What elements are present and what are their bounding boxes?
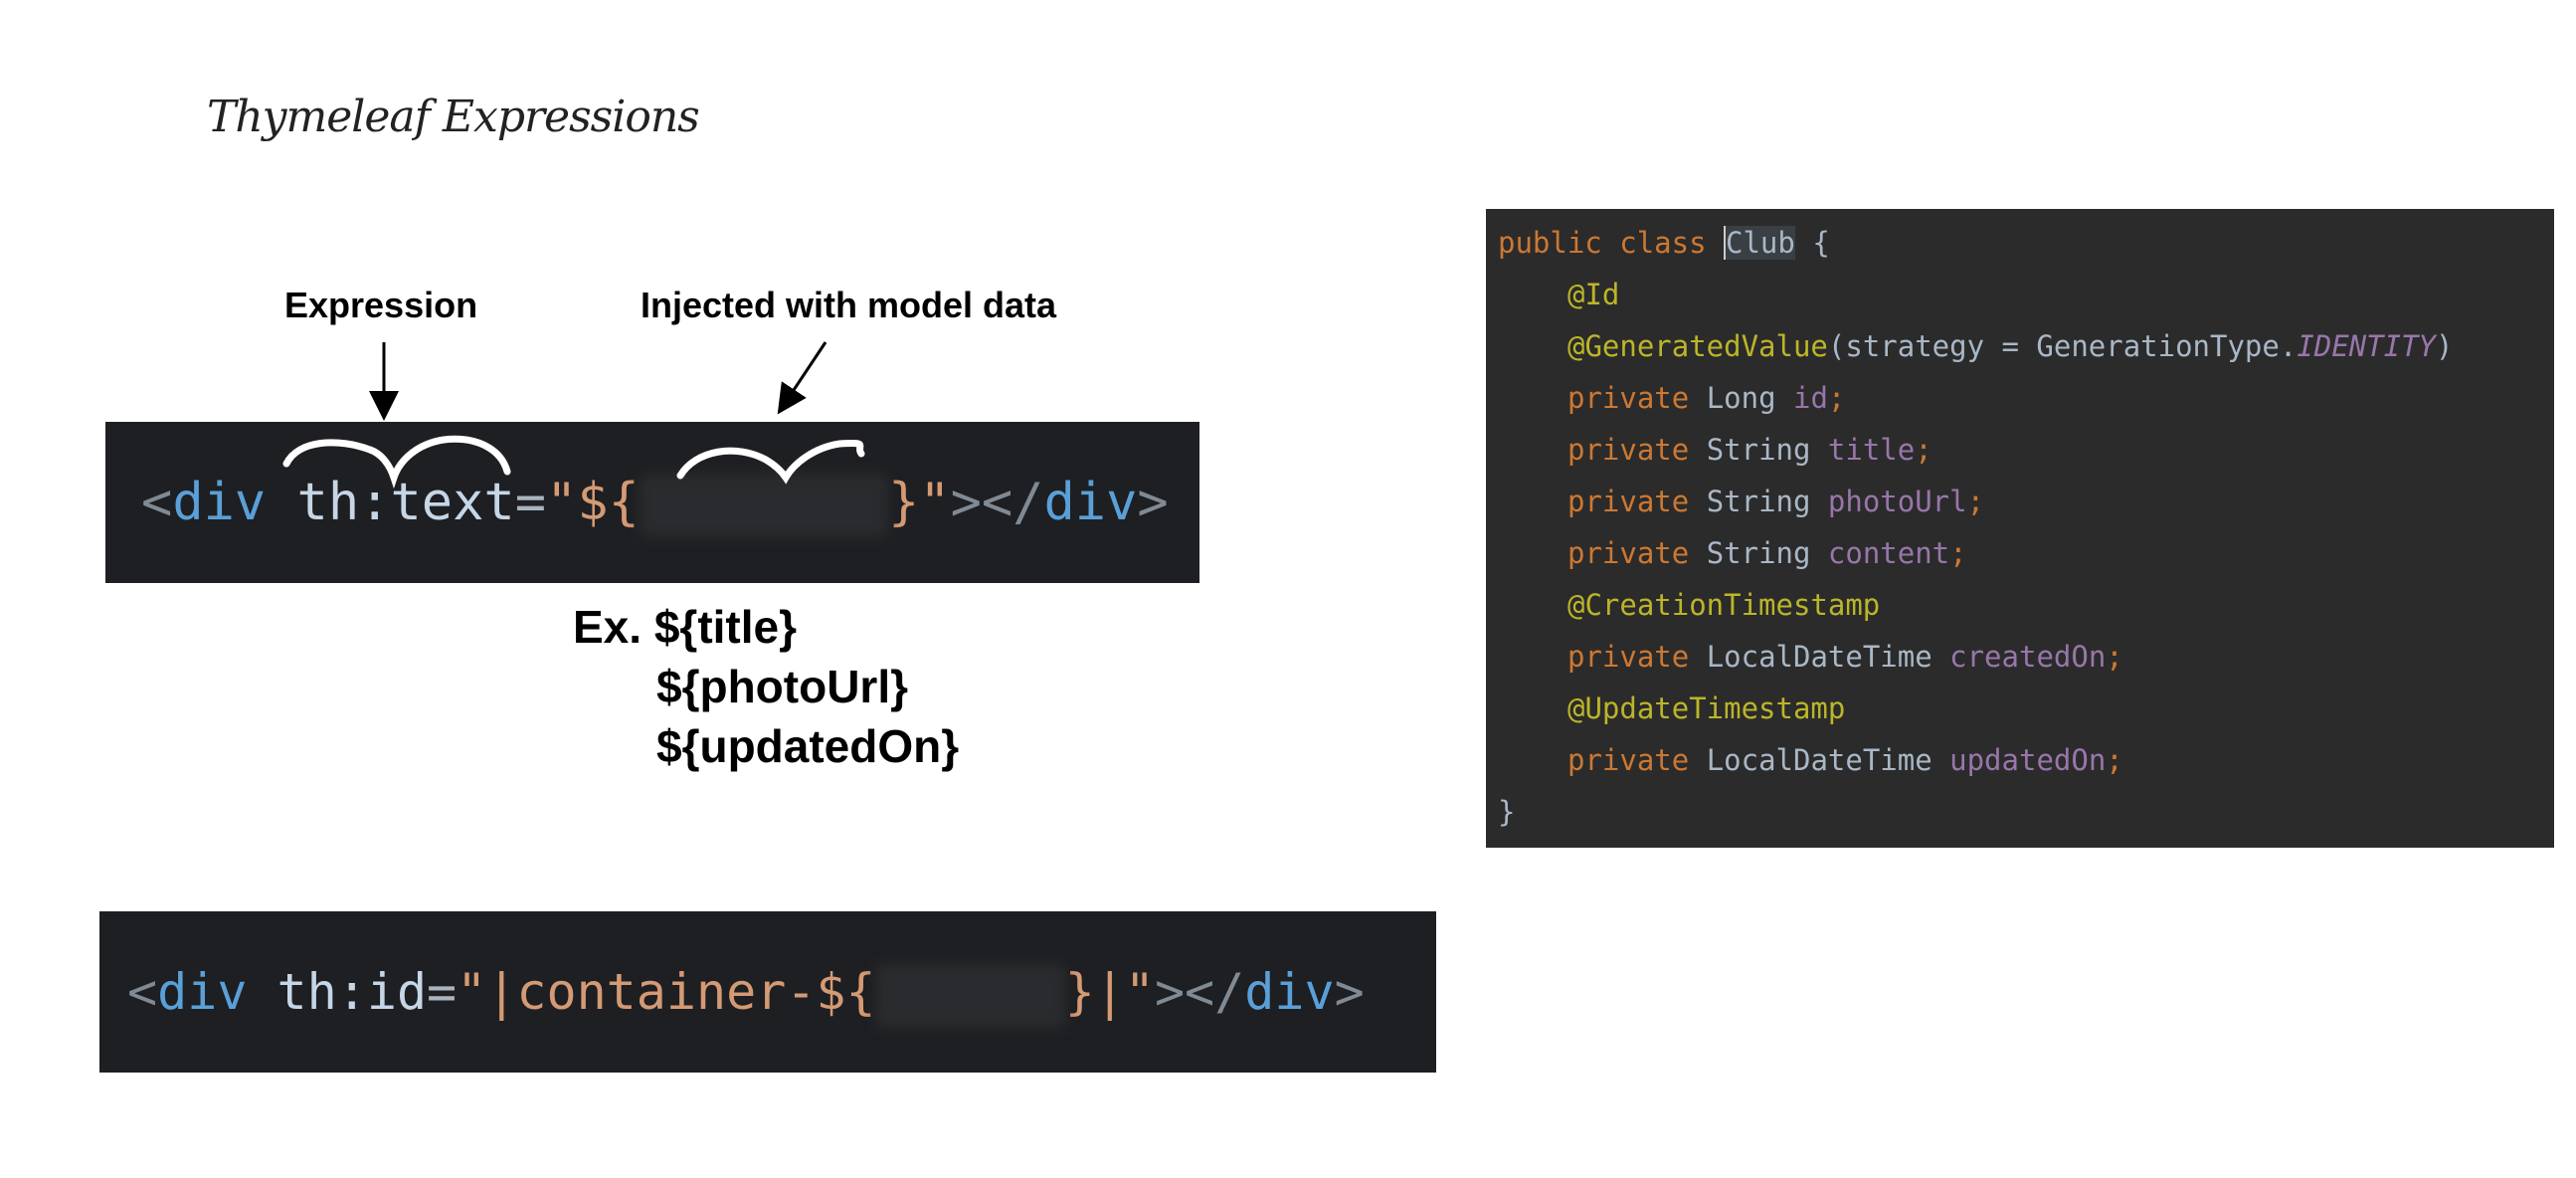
token-tag-close: div — [1043, 473, 1138, 532]
semicolon: ; — [2106, 640, 2123, 674]
semicolon: ; — [1966, 485, 1985, 518]
type: String — [1706, 433, 1811, 467]
examples-block: Ex. ${title} ${photoUrl} ${updatedOn} — [573, 597, 959, 776]
field: photoUrl — [1827, 485, 1967, 518]
type: String — [1706, 536, 1811, 570]
args: (strategy = GenerationType. — [1827, 329, 2298, 363]
injected-arrow — [777, 341, 828, 415]
keyword: private — [1567, 381, 1690, 415]
code-line: private Long id; — [1486, 372, 2554, 424]
example-prefix: Ex. — [573, 601, 643, 653]
example-item: ${photoUrl} — [656, 661, 908, 712]
example-row: ${photoUrl} — [573, 657, 959, 716]
enum-constant: IDENTITY — [2297, 329, 2436, 363]
token-lt: < — [141, 473, 173, 532]
token-lt: < — [127, 963, 158, 1021]
code-snippet-th-text: <div th:text="${}"></div> — [105, 422, 1199, 583]
example-row: ${updatedOn} — [573, 716, 959, 776]
token-quote: " — [1124, 963, 1155, 1021]
keyword: public — [1498, 226, 1602, 260]
token-quote: " — [457, 963, 487, 1021]
token-eq: = — [427, 963, 458, 1021]
keyword: private — [1567, 640, 1690, 674]
field: title — [1827, 433, 1916, 467]
annotation: @Id — [1567, 278, 1620, 311]
type: Long — [1706, 381, 1776, 415]
token-tag-open: div — [172, 473, 267, 532]
keyword: class — [1619, 226, 1707, 260]
type: String — [1706, 485, 1811, 518]
token-tag-close: div — [1244, 963, 1335, 1021]
type: LocalDateTime — [1706, 640, 1932, 674]
field: content — [1827, 536, 1950, 570]
expression-label: Expression — [284, 285, 478, 325]
type: LocalDateTime — [1706, 743, 1932, 777]
semicolon: ; — [1949, 536, 1967, 570]
code-line: private String content; — [1486, 527, 2554, 579]
keyword: private — [1567, 433, 1690, 467]
code-line: private LocalDateTime updatedOn; — [1486, 734, 2554, 786]
slide-title: Thymeleaf Expressions — [207, 92, 700, 142]
code-line: public class Club { — [1486, 217, 2554, 269]
injected-label: Injected with model data — [641, 285, 1057, 325]
code-line: @CreationTimestamp — [1486, 579, 2554, 631]
keyword: private — [1567, 743, 1690, 777]
example-row: Ex. ${title} — [573, 597, 959, 657]
code-line: @UpdateTimestamp — [1486, 683, 2554, 734]
brace: { — [1812, 226, 1830, 260]
example-item: ${title} — [653, 601, 797, 653]
token-pipe: | — [1094, 963, 1125, 1021]
annotation: @GeneratedValue — [1567, 329, 1828, 363]
field: updatedOn — [1949, 743, 2107, 777]
class-name: Club — [1724, 226, 1795, 260]
code-snippet-th-id: <div th:id="|container-${}|"></div> — [99, 911, 1436, 1073]
field: createdOn — [1949, 640, 2107, 674]
args: ) — [2436, 329, 2454, 363]
token-close-brace: } — [1064, 963, 1095, 1021]
token-str-close: }" — [887, 473, 951, 532]
example-item: ${updatedOn} — [656, 720, 960, 772]
code-line: } — [1486, 786, 2554, 838]
code-line: @GeneratedValue(strategy = GenerationTyp… — [1486, 320, 2554, 372]
ide-code-editor: public class Club { @Id @GeneratedValue(… — [1486, 209, 2554, 848]
keyword: private — [1567, 485, 1690, 518]
token-attr: th:text — [296, 473, 515, 532]
blurred-placeholder — [875, 963, 1065, 1028]
annotation: @UpdateTimestamp — [1567, 691, 1846, 725]
token-gt: > — [1137, 473, 1169, 532]
blurred-placeholder — [639, 474, 888, 537]
annotation: @CreationTimestamp — [1567, 588, 1881, 622]
field: id — [1793, 381, 1828, 415]
semicolon: ; — [1827, 381, 1846, 415]
code-line: private LocalDateTime createdOn; — [1486, 631, 2554, 683]
keyword: private — [1567, 536, 1690, 570]
token-eq: = — [514, 473, 547, 532]
code-line: private String photoUrl; — [1486, 476, 2554, 527]
code-line: private String title; — [1486, 424, 2554, 476]
token-tag-open: div — [157, 963, 248, 1021]
code-line: @Id — [1486, 269, 2554, 320]
token-str-open: "${ — [546, 473, 640, 532]
token-gt: > — [1334, 963, 1365, 1021]
token-literal: container-${ — [516, 963, 876, 1021]
semicolon: ; — [2106, 743, 2123, 777]
slide: Thymeleaf Expressions Expression Injecte… — [0, 0, 2576, 1178]
token-pipe: | — [486, 963, 517, 1021]
semicolon: ; — [1915, 433, 1932, 467]
brace: } — [1498, 795, 1516, 829]
token-attr: th:id — [276, 963, 428, 1021]
token-gt-close: ></ — [1154, 963, 1245, 1021]
token-gt-close: ></ — [950, 473, 1044, 532]
